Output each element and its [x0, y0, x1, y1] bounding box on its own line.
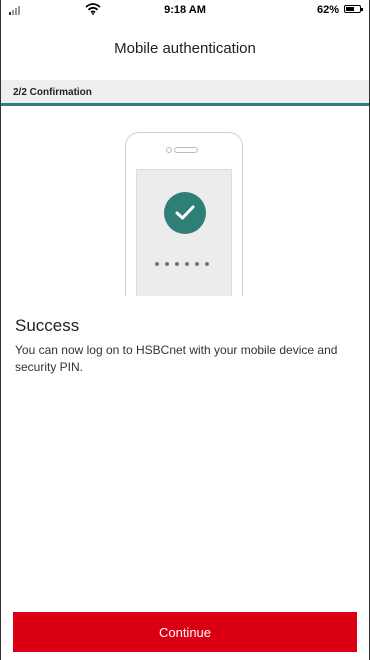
pin-dots — [155, 262, 209, 266]
step-indicator: 2/2 Confirmation — [1, 80, 369, 106]
phone-camera — [166, 147, 172, 153]
mobile-auth-screen: 9:18 AM 62% Mobile authentication 2/2 Co… — [0, 0, 370, 660]
battery-icon — [344, 5, 363, 13]
continue-button[interactable]: Continue — [13, 612, 357, 652]
phone-screen — [136, 169, 232, 296]
checkmark-icon — [175, 205, 195, 220]
page-title: Mobile authentication — [114, 39, 256, 57]
phone-with-checkmark-icon — [125, 132, 243, 296]
phone-speaker — [174, 147, 198, 153]
success-title: Success — [15, 316, 80, 335]
success-check-circle — [164, 192, 206, 234]
phone-illustration — [1, 110, 369, 296]
status-time: 9:18 AM — [164, 4, 206, 16]
status-bar: 9:18 AM 62% — [1, 0, 369, 20]
success-content: Success You can now log on to HSBCnet wi… — [1, 296, 369, 376]
battery-percentage: 62% — [316, 4, 339, 16]
success-message: You can now log on to HSBCnet with your … — [15, 343, 338, 374]
